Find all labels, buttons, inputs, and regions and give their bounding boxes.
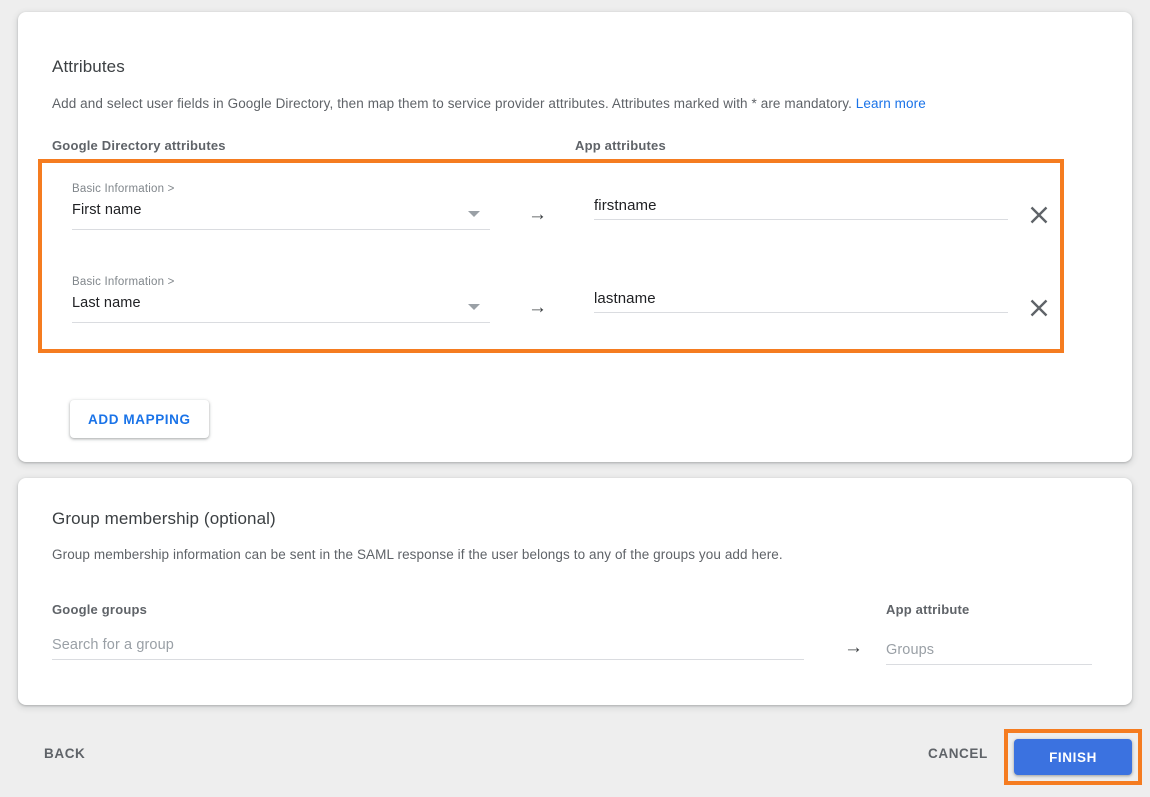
google-directory-select-1[interactable]: Basic Information > Last name [72,275,490,323]
add-mapping-button[interactable]: ADD MAPPING [70,400,209,438]
table-row: Basic Information > Last name → [18,265,1132,357]
group-membership-card: Group membership (optional) Group member… [18,478,1132,705]
app-attribute-input-0[interactable] [594,197,1008,214]
finish-button[interactable]: FINISH [1014,739,1132,775]
attributes-description: Add and select user fields in Google Dir… [52,96,1092,111]
remove-mapping-button-1[interactable] [1024,293,1054,323]
group-app-attribute-input[interactable] [886,642,1092,658]
arrow-right-icon-0: → [528,204,547,225]
search-input[interactable] [52,637,804,653]
arrow-right-icon-groups: → [844,637,863,658]
column-header-app-attributes: App attributes [575,138,666,153]
google-directory-category-0: Basic Information > [72,183,175,195]
attributes-description-text: Add and select user fields in Google Dir… [52,96,856,111]
google-directory-select-0[interactable]: Basic Information > First name [72,182,490,230]
group-membership-description: Group membership information can be sent… [52,547,783,562]
google-groups-label: Google groups [52,602,148,617]
table-row: Basic Information > First name → [18,172,1132,264]
app-attribute-label: App attribute [886,602,970,617]
google-groups-search-field[interactable] [52,636,804,660]
saml-app-setup-page: Attributes Add and select user fields in… [0,0,1150,797]
group-membership-title: Group membership (optional) [52,509,276,528]
chevron-down-icon [468,211,480,217]
learn-more-link[interactable]: Learn more [856,96,926,111]
column-header-google-directory: Google Directory attributes [52,138,226,153]
remove-mapping-button-0[interactable] [1024,200,1054,230]
chevron-down-icon [468,304,480,310]
app-attribute-field-0[interactable] [594,197,1008,220]
google-directory-category-1: Basic Information > [72,276,175,288]
cancel-button[interactable]: CANCEL [918,738,998,769]
google-directory-value-1: Last name [72,295,141,311]
footer-action-bar: BACK CANCEL [0,716,1150,797]
page-title: Attributes [52,57,125,76]
google-directory-value-0: First name [72,202,142,218]
arrow-right-icon-1: → [528,297,547,318]
app-attribute-field-1[interactable] [594,290,1008,313]
back-button[interactable]: BACK [34,738,95,769]
attributes-card: Attributes Add and select user fields in… [18,12,1132,462]
group-app-attribute-field[interactable] [886,641,1092,665]
app-attribute-input-1[interactable] [594,290,1008,307]
